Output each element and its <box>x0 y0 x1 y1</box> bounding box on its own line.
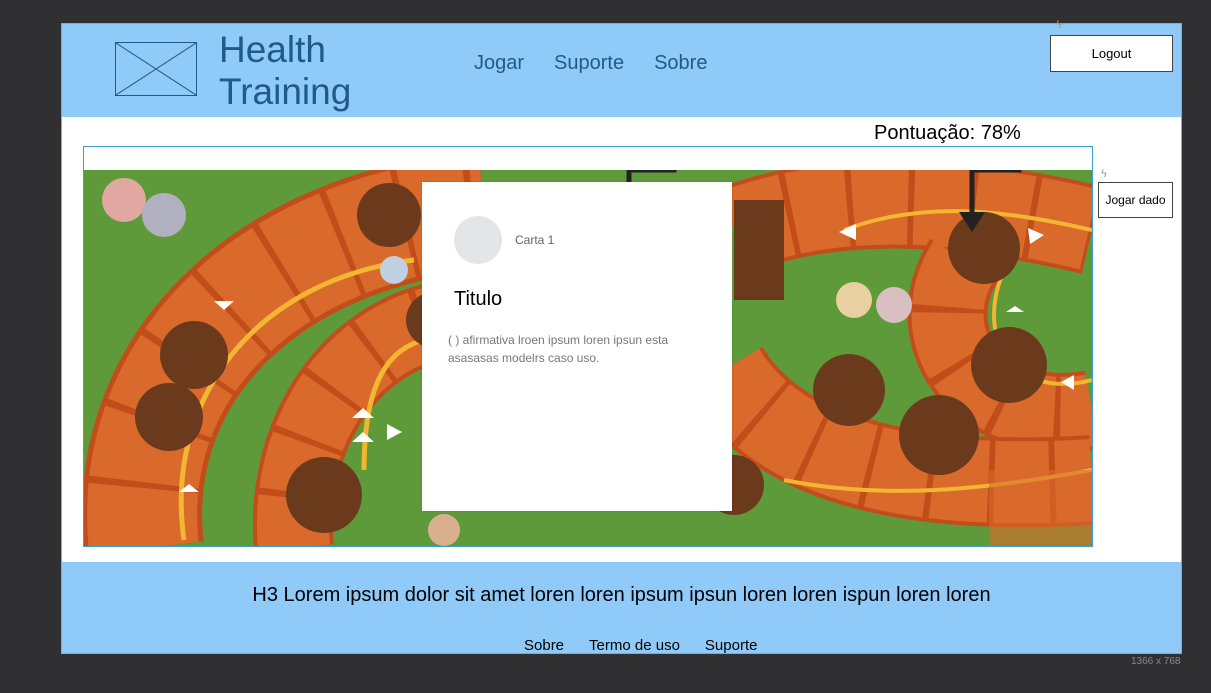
brand-title: Health Training <box>219 29 351 113</box>
footer-link-termo-de-uso[interactable]: Termo de uso <box>589 637 680 653</box>
brand-line-1: Health <box>219 29 326 70</box>
roll-dice-button[interactable]: Jogar dado <box>1098 182 1173 218</box>
bolt-icon: ϟ <box>1056 19 1062 31</box>
nav-suporte[interactable]: Suporte <box>554 52 624 75</box>
nav-sobre[interactable]: Sobre <box>654 52 707 75</box>
footer-link-sobre[interactable]: Sobre <box>524 637 564 653</box>
nav-jogar[interactable]: Jogar <box>474 52 524 75</box>
card-title: Titulo <box>454 288 503 310</box>
bolt-icon: ϟ <box>1101 168 1107 180</box>
canvas-size-label: 1366 x 768 <box>1131 656 1181 667</box>
logo-image-placeholder-icon <box>115 42 197 96</box>
question-card: Carta 1 Titulo ( ) afirmativa lroen ipsu… <box>422 182 732 511</box>
footer: H3 Lorem ipsum dolor sit amet loren lore… <box>62 562 1181 653</box>
footer-links: Sobre Termo de uso Suporte <box>524 637 758 653</box>
card-label: Carta 1 <box>515 233 555 247</box>
brand-line-2: Training <box>219 71 352 112</box>
score-label: Pontuação: 78% <box>874 122 1021 144</box>
header: Health Training Jogar Suporte Sobre Logo… <box>62 24 1181 117</box>
app-window: Health Training Jogar Suporte Sobre Logo… <box>61 23 1182 654</box>
logout-button[interactable]: Logout <box>1050 35 1173 72</box>
footer-link-suporte[interactable]: Suporte <box>705 637 758 653</box>
card-text[interactable]: ( ) afirmativa lroen ipsum loren ipsun e… <box>448 331 710 367</box>
card-avatar <box>454 216 502 264</box>
footer-heading: H3 Lorem ipsum dolor sit amet loren lore… <box>252 584 991 606</box>
main-nav: Jogar Suporte Sobre <box>474 52 707 75</box>
